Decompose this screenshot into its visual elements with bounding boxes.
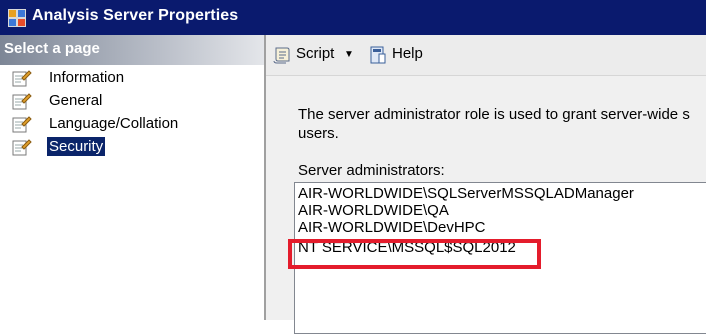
page-wrench-icon xyxy=(12,116,32,133)
sidebar-item-label: Security xyxy=(47,137,106,156)
list-item[interactable]: AIR-WORLDWIDE\QA xyxy=(298,202,449,219)
sidebar-item-information[interactable]: Information xyxy=(10,67,250,89)
list-item[interactable]: AIR-WORLDWIDE\SQLServerMSSQLADManager xyxy=(298,185,634,202)
sidebar-item-label: Language/Collation xyxy=(49,115,179,132)
toolbar: Script ▼ Help xyxy=(266,35,706,76)
properties-pane: Script ▼ Help The server administrator r… xyxy=(266,35,706,334)
page-wrench-icon xyxy=(12,139,32,156)
window-titlebar: Analysis Server Properties xyxy=(0,0,706,35)
script-button[interactable]: Script ▼ xyxy=(272,44,356,66)
server-administrators-label: Server administrators: xyxy=(298,162,445,179)
sidebar-item-security[interactable]: Security xyxy=(10,136,250,158)
help-button-label: Help xyxy=(392,45,423,62)
highlight-annotation xyxy=(288,239,541,269)
script-icon xyxy=(273,47,290,64)
role-description-line: The server administrator role is used to… xyxy=(298,106,690,123)
page-wrench-icon xyxy=(12,93,32,110)
script-button-label: Script xyxy=(296,45,335,62)
help-icon xyxy=(370,46,386,64)
sidebar-item-label: Information xyxy=(49,69,125,86)
sidebar-item-language-collation[interactable]: Language/Collation xyxy=(10,113,250,135)
page-wrench-icon xyxy=(12,70,32,87)
page-selector-pane: Select a page Information General Langua… xyxy=(0,35,264,320)
page-selector-header: Select a page xyxy=(0,35,264,65)
sidebar-item-general[interactable]: General xyxy=(10,90,250,112)
sidebar-item-label: General xyxy=(49,92,103,109)
help-button[interactable]: Help xyxy=(368,44,438,66)
role-description-line: users. xyxy=(298,125,339,142)
window-title: Analysis Server Properties xyxy=(32,7,239,24)
list-item[interactable]: AIR-WORLDWIDE\DevHPC xyxy=(298,219,486,236)
analysis-server-icon xyxy=(8,9,26,27)
role-description: The server administrator role is used to… xyxy=(298,105,706,143)
page-selector-title: Select a page xyxy=(4,40,100,57)
chevron-down-icon[interactable]: ▼ xyxy=(344,49,354,60)
